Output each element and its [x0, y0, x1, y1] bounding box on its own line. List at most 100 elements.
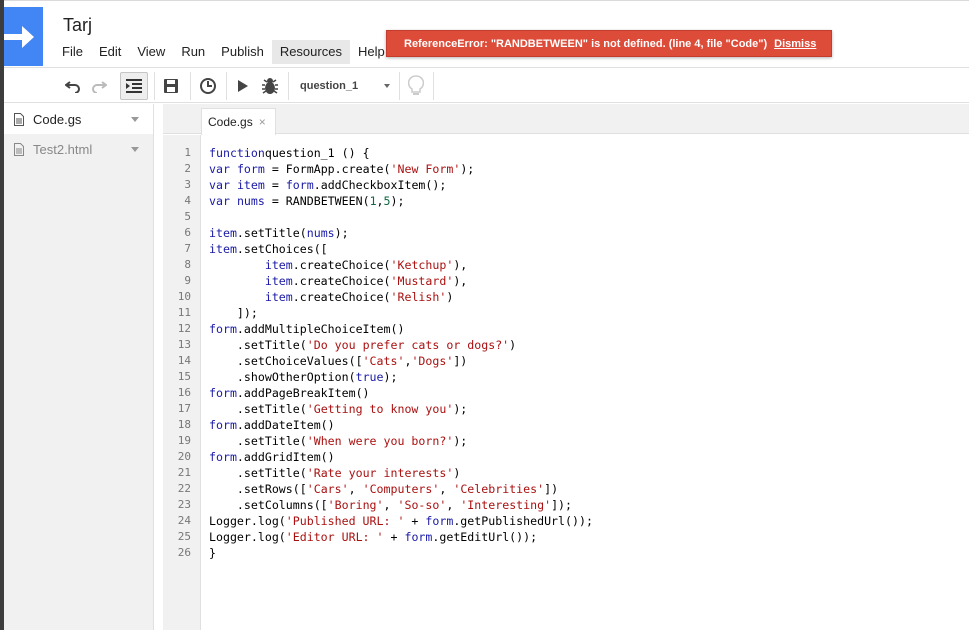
code-token: 'Getting to know you'	[306, 402, 454, 416]
code-line[interactable]: ]);	[209, 305, 258, 321]
code-token: = RANDBETWEEN(	[264, 194, 370, 208]
code-token: item	[264, 274, 293, 288]
code-line[interactable]: .setRows(['Cars', 'Computers', 'Celebrit…	[209, 481, 558, 497]
toolbar-separator	[288, 72, 289, 100]
code-token: ,	[383, 498, 398, 512]
line-number: 10	[177, 290, 191, 303]
chevron-down-icon[interactable]	[131, 147, 139, 152]
debug-bug-icon	[262, 78, 278, 94]
code-token: var	[209, 194, 230, 208]
code-token: 'Interesting'	[460, 498, 552, 512]
menu-run[interactable]: Run	[173, 40, 213, 64]
project-title[interactable]: Tarj	[63, 15, 92, 36]
code-token: var	[209, 162, 230, 176]
line-number: 11	[177, 306, 191, 319]
debug-button[interactable]	[258, 72, 282, 100]
redo-button[interactable]	[88, 72, 110, 100]
menu-view[interactable]: View	[129, 40, 173, 64]
line-number: 21	[177, 466, 191, 479]
code-token: 'Boring'	[327, 498, 384, 512]
code-token: .showOtherOption(	[209, 370, 356, 384]
code-line[interactable]: }	[209, 545, 216, 561]
code-token: .getEditUrl());	[432, 530, 538, 544]
file-item-test2-html[interactable]: Test2.html	[4, 134, 153, 164]
code-line[interactable]: .setColumns(['Boring', 'So-so', 'Interes…	[209, 497, 572, 513]
code-token: 'New Form'	[390, 162, 461, 176]
code-line[interactable]: .setTitle('Rate your interests')	[209, 465, 460, 481]
triggers-button[interactable]	[196, 72, 220, 100]
code-line[interactable]: var item = form.addCheckboxItem();	[209, 177, 446, 193]
code-line[interactable]: item.createChoice('Relish')	[209, 289, 453, 305]
arrow-right-icon	[4, 26, 34, 48]
code-token: function	[209, 146, 265, 160]
code-token: .createChoice(	[292, 274, 391, 288]
code-line[interactable]: .setChoiceValues(['Cats','Dogs'])	[209, 353, 467, 369]
code-line[interactable]: form.addPageBreakItem()	[209, 385, 370, 401]
apps-script-logo[interactable]	[4, 7, 43, 66]
toolbar-separator	[154, 72, 155, 100]
toolbar-separator	[226, 72, 227, 100]
chevron-down-icon[interactable]	[131, 117, 139, 122]
toolbar-separator	[433, 72, 434, 100]
save-button[interactable]	[160, 72, 182, 100]
line-number: 15	[177, 370, 191, 383]
toolbar-separator	[399, 72, 400, 100]
undo-button[interactable]	[62, 72, 84, 100]
line-number: 7	[184, 242, 191, 255]
line-number: 8	[184, 258, 191, 271]
file-name: Code.gs	[33, 111, 82, 127]
close-icon[interactable]: ×	[259, 115, 266, 129]
line-number: 19	[177, 434, 191, 447]
code-line[interactable]: .showOtherOption(true);	[209, 369, 398, 385]
code-line[interactable]: Logger.log('Editor URL: ' + form.getEdit…	[209, 529, 537, 545]
indent-toggle-button[interactable]	[120, 72, 148, 100]
code-line[interactable]: item.setChoices([	[209, 241, 328, 257]
chevron-down-icon	[384, 84, 390, 88]
code-token: );	[453, 402, 468, 416]
menu-resources[interactable]: Resources	[271, 40, 350, 64]
tab-label: Code.gs	[208, 115, 253, 129]
code-line[interactable]: Logger.log('Published URL: ' + form.getP…	[209, 513, 593, 529]
top-border	[4, 0, 969, 1]
code-line[interactable]: item.createChoice('Mustard'),	[209, 273, 467, 289]
code-line[interactable]: form.addDateItem()	[209, 417, 335, 433]
code-line[interactable]: var nums = RANDBETWEEN(1,5);	[209, 193, 404, 209]
code-token: );	[383, 370, 398, 384]
code-token: 1	[369, 194, 377, 208]
file-item-code-gs[interactable]: Code.gs	[4, 104, 153, 134]
function-select[interactable]: question_1	[292, 72, 400, 100]
code-line[interactable]: item.setTitle(nums);	[209, 225, 349, 241]
code-line[interactable]: form.addMultipleChoiceItem()	[209, 321, 404, 337]
code-token: )	[446, 290, 454, 304]
code-token: form	[209, 450, 237, 464]
code-line[interactable]: functionquestion_1 () {	[209, 145, 370, 161]
run-icon	[238, 80, 248, 92]
code-token: ]);	[551, 498, 573, 512]
code-token: .setChoiceValues([	[209, 354, 363, 368]
menu-edit[interactable]: Edit	[91, 40, 129, 64]
triggers-clock-icon	[200, 78, 216, 94]
run-button[interactable]	[232, 72, 254, 100]
suggestions-button[interactable]	[404, 72, 428, 100]
line-number: 1	[184, 146, 191, 159]
code-line[interactable]: item.createChoice('Ketchup'),	[209, 257, 467, 273]
code-token: +	[404, 514, 426, 528]
toolbar: question_1	[4, 67, 969, 103]
menu-file[interactable]: File	[54, 40, 91, 64]
save-icon	[164, 79, 178, 93]
undo-icon	[65, 81, 80, 93]
code-line[interactable]: .setTitle('When were you born?');	[209, 433, 467, 449]
tab-code-gs[interactable]: Code.gs ×	[201, 108, 276, 135]
code-token: .setChoices([	[236, 242, 328, 256]
code-line[interactable]: .setTitle('Getting to know you');	[209, 401, 467, 417]
dismiss-link[interactable]: Dismiss	[774, 38, 816, 50]
line-number: 3	[184, 178, 191, 191]
code-line[interactable]: var form = FormApp.create('New Form');	[209, 161, 474, 177]
code-line[interactable]: form.addGridItem()	[209, 449, 335, 465]
code-token: 5	[383, 194, 391, 208]
code-token: form	[209, 386, 237, 400]
menu-publish[interactable]: Publish	[213, 40, 272, 64]
code-line[interactable]: .setTitle('Do you prefer cats or dogs?')	[209, 337, 516, 353]
